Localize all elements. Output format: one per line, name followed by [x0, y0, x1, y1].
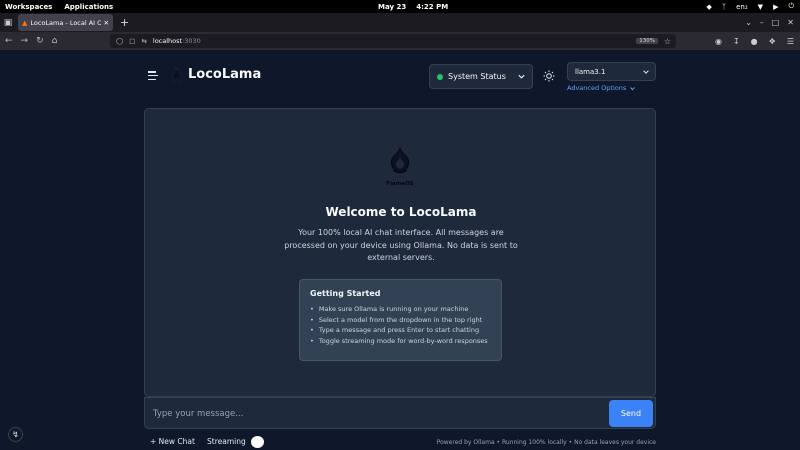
zoom-badge[interactable]: 130% [636, 38, 658, 44]
url-bar[interactable]: ◯ □ ⇆ localhost:3030 130% ☆ [110, 34, 676, 48]
getting-started-title: Getting Started [310, 289, 381, 298]
chevron-down-icon [643, 70, 649, 74]
streaming-label: Streaming [207, 437, 246, 446]
volume-icon[interactable]: ▶ [773, 3, 778, 11]
list-item: Make sure Ollama is running on your mach… [310, 304, 491, 315]
welcome-title: Welcome to LocoLama [325, 205, 477, 219]
app-root: LocoLama System Status llama3.1 Advanced… [0, 50, 800, 450]
list-item: Toggle streaming mode for word-by-word r… [310, 336, 491, 347]
list-item: Type a message and press Enter to start … [310, 325, 491, 336]
message-composer: Send [144, 397, 656, 429]
streaming-toggle[interactable] [251, 436, 264, 448]
hamburger-menu-icon[interactable] [148, 71, 158, 80]
clock-date: May 23 [378, 2, 407, 11]
dropbox-icon[interactable]: ◆ [707, 3, 712, 11]
list-item: Select a model from the dropdown in the … [310, 315, 491, 326]
extension-badge-icon[interactable]: ● [751, 37, 758, 46]
bolt-icon[interactable]: ↯ [8, 427, 23, 442]
welcome-description: Your 100% local AI chat interface. All m… [284, 228, 518, 262]
app-title: LocoLama [188, 67, 262, 82]
back-icon[interactable]: ← [5, 36, 13, 46]
url-host: localhost [152, 37, 183, 45]
forward-icon[interactable]: → [21, 36, 29, 46]
bookmark-star-icon[interactable]: ☆ [664, 37, 671, 46]
footer-note: Powered by Ollama • Running 100% locally… [436, 439, 656, 446]
maximize-icon[interactable]: □ [772, 18, 780, 27]
url-port: :3030 [182, 37, 201, 45]
tab-title: LocoLama - Local AI Chat En [30, 18, 101, 27]
close-window-icon[interactable]: ✕ [787, 18, 794, 27]
power-icon[interactable]: ⏻ [788, 2, 794, 11]
status-indicator [437, 73, 443, 80]
app-header: LocoLama System Status llama3.1 Advanced… [145, 62, 656, 92]
chat-panel: FlameOS Welcome to LocoLama Your 100% lo… [144, 108, 656, 397]
flameos-logo: FlameOS [385, 146, 415, 187]
shield-icon[interactable]: ◯ [116, 37, 123, 45]
flame-icon [390, 146, 410, 174]
model-select-value: llama3.1 [575, 67, 606, 76]
llama-logo-icon [172, 66, 182, 84]
page-icon: □ [129, 37, 136, 45]
send-button[interactable]: Send [609, 400, 653, 427]
wifi-icon[interactable]: ▼ [758, 3, 763, 11]
system-status-label: System Status [448, 72, 506, 81]
flameos-logo-text: FlameOS [386, 181, 414, 187]
tab-close-icon[interactable]: ✕ [104, 19, 109, 27]
browser-tab-active[interactable]: ▲ LocoLama - Local AI Chat En ✕ [18, 14, 113, 31]
keyboard-layout[interactable]: en₂ [736, 3, 748, 11]
download-icon[interactable]: ↧ [733, 37, 740, 46]
browser-tab-strip: ▣ ▲ LocoLama - Local AI Chat En ✕ + ⌄ – … [0, 13, 800, 32]
connection-icon[interactable]: ⇆ [141, 37, 146, 45]
getting-started-list: Make sure Ollama is running on your mach… [310, 304, 491, 346]
message-input[interactable] [153, 404, 603, 424]
browser-nav-bar: ← → ↻ ⌂ ◯ □ ⇆ localhost:3030 130% ☆ ◉ ↧ … [0, 32, 800, 50]
os-top-bar: Workspaces Applications May 23 4:22 PM ◆… [0, 0, 800, 13]
reload-icon[interactable]: ↻ [36, 36, 44, 46]
applications-menu[interactable]: Applications [64, 3, 113, 11]
tab-list-chevron-icon[interactable]: ⌄ [745, 18, 752, 27]
workspaces-menu[interactable]: Workspaces [5, 3, 52, 11]
sun-icon[interactable] [543, 70, 555, 82]
getting-started-card: Getting Started Make sure Ollama is runn… [299, 279, 502, 361]
home-icon[interactable]: ⌂ [52, 36, 58, 46]
advanced-options-label: Advanced Options [567, 84, 627, 92]
bluetooth-icon[interactable]: ᛉ [722, 3, 726, 11]
system-status-button[interactable]: System Status [429, 64, 533, 89]
app-footer: + New Chat Streaming Powered by Ollama •… [144, 436, 656, 450]
advanced-options-link[interactable]: Advanced Options [567, 84, 636, 92]
menu-icon[interactable]: ☰ [787, 37, 794, 46]
model-select[interactable]: llama3.1 [567, 62, 656, 81]
new-chat-button[interactable]: + New Chat [150, 437, 195, 446]
pocket-icon[interactable]: ◉ [715, 37, 722, 46]
clock-time: 4:22 PM [416, 2, 449, 11]
url-text: localhost:3030 [153, 37, 201, 45]
chevron-down-icon [518, 74, 525, 79]
minimize-icon[interactable]: – [760, 18, 764, 27]
tab-overview-icon[interactable]: ▣ [0, 18, 16, 28]
flame-favicon-icon: ▲ [22, 18, 28, 27]
new-tab-button[interactable]: + [120, 16, 129, 29]
chevron-down-icon [630, 86, 636, 90]
clock[interactable]: May 23 4:22 PM [378, 0, 448, 13]
extensions-icon[interactable]: ❖ [769, 37, 776, 46]
